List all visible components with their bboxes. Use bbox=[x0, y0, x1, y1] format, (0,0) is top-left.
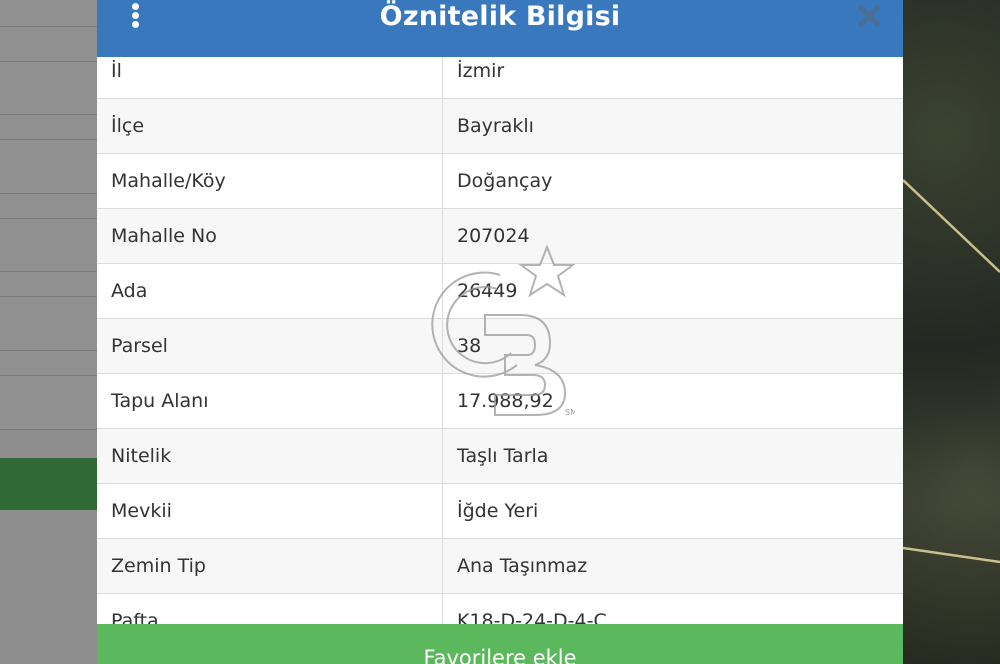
background-list-row bbox=[0, 351, 97, 376]
attribute-row: Mahalle No 207024 bbox=[97, 209, 903, 264]
attribute-label: Nitelik bbox=[97, 429, 443, 483]
attribute-value: 207024 bbox=[457, 225, 530, 247]
background-green-button bbox=[0, 458, 97, 510]
attribute-label: Mevkii bbox=[97, 484, 443, 538]
close-icon[interactable] bbox=[857, 4, 881, 28]
attribute-row: Ada 26449 bbox=[97, 264, 903, 319]
background-list-row bbox=[0, 219, 97, 272]
attribute-table: İl İzmir İlçe Bayraklı Mahalle/Köy Doğançay Ma… bbox=[97, 44, 903, 649]
favorites-button[interactable]: Favorilere ekle bbox=[97, 624, 903, 664]
background-list-panel bbox=[0, 0, 97, 664]
attribute-row: Mevkii İğde Yeri bbox=[97, 484, 903, 539]
background-list-row bbox=[0, 297, 97, 351]
attribute-row: Parsel 38 bbox=[97, 319, 903, 374]
attribute-label: Tapu Alanı bbox=[97, 374, 443, 428]
background-list-row bbox=[0, 376, 97, 430]
background-list-row bbox=[0, 140, 97, 194]
background-list-row bbox=[0, 0, 97, 27]
attribute-row: Mahalle/Köy Doğançay bbox=[97, 154, 903, 209]
attribute-label: Parsel bbox=[97, 319, 443, 373]
attribute-value: 38 bbox=[457, 335, 482, 357]
attribute-label: Ada bbox=[97, 264, 443, 318]
attribute-value: Doğançay bbox=[457, 170, 553, 192]
background-list-row bbox=[0, 194, 97, 219]
background-list-row bbox=[0, 27, 97, 62]
attribute-value: İğde Yeri bbox=[457, 500, 539, 522]
parcel-boundary-lines bbox=[903, 179, 1000, 564]
attribute-label: İlçe bbox=[97, 99, 443, 153]
background-list-row bbox=[0, 272, 97, 297]
satellite-map bbox=[903, 0, 1000, 664]
attribute-row: Tapu Alanı 17.988,92 bbox=[97, 374, 903, 429]
background-list-row bbox=[0, 62, 97, 115]
background-list-row bbox=[0, 115, 97, 140]
attribute-row: Zemin Tip Ana Taşınmaz bbox=[97, 539, 903, 594]
attribute-value: 26449 bbox=[457, 280, 518, 302]
attribute-value: 17.988,92 bbox=[457, 390, 554, 412]
attribute-info-dialog: İl İzmir İlçe Bayraklı Mahalle/Köy Doğançay Ma… bbox=[97, 0, 903, 664]
attribute-value: Ana Taşınmaz bbox=[457, 555, 588, 577]
attribute-value: Taşlı Tarla bbox=[457, 445, 549, 467]
dialog-title: Öznitelik Bilgisi bbox=[379, 1, 621, 32]
dialog-header: Öznitelik Bilgisi bbox=[97, 0, 903, 57]
attribute-label: Zemin Tip bbox=[97, 539, 443, 593]
attribute-row: İlçe Bayraklı bbox=[97, 99, 903, 154]
attribute-row: Nitelik Taşlı Tarla bbox=[97, 429, 903, 484]
attribute-label: Mahalle No bbox=[97, 209, 443, 263]
attribute-value: Bayraklı bbox=[457, 115, 534, 137]
attribute-label: Mahalle/Köy bbox=[97, 154, 443, 208]
